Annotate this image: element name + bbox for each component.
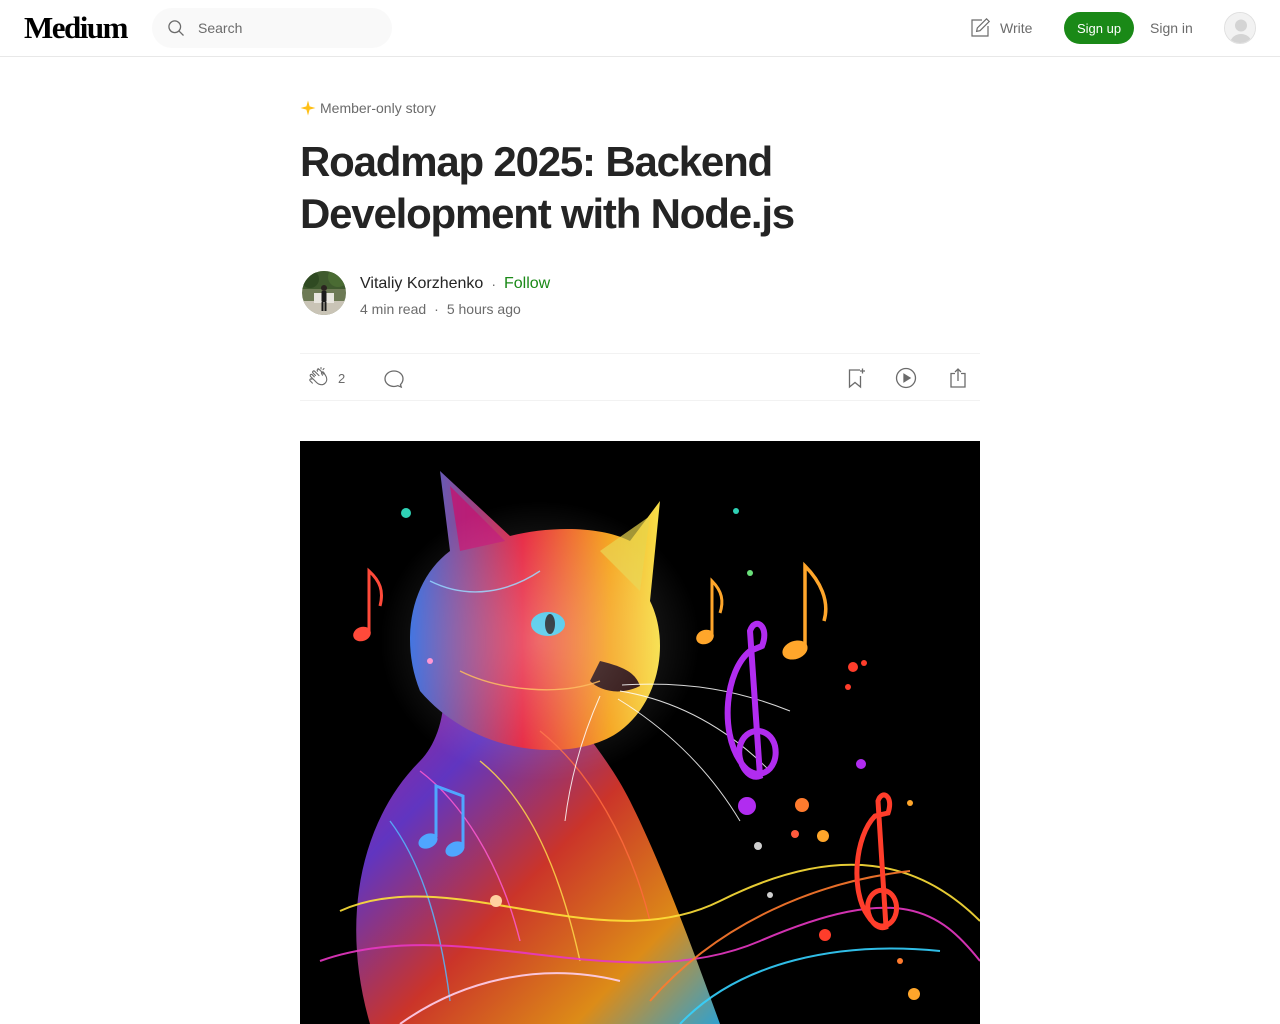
author-line: Vitaliy Korzhenko · Follow [360,274,550,294]
write-button[interactable]: Write [968,16,1032,40]
user-avatar-icon[interactable] [1224,12,1256,44]
search-icon [168,20,184,36]
listen-button[interactable] [894,366,918,390]
bookmark-button[interactable] [844,366,868,390]
author-avatar[interactable] [302,271,346,315]
article-title: Roadmap 2025: Backend Development with N… [300,138,795,237]
member-only-badge: Member-only story [300,98,436,118]
top-navigation: Medium Write Sign up Sign in [0,0,1280,57]
author-name[interactable]: Vitaliy Korzhenko [360,275,483,293]
article-action-bar: 2 [300,353,980,401]
comment-button[interactable] [382,366,406,390]
listen-icon [895,367,917,389]
bookmark-icon [848,368,865,389]
article-meta: 4 min read · 5 hours ago [360,300,521,318]
hero-image [300,441,980,1024]
clap-button[interactable]: 2 [308,366,345,390]
clap-count: 2 [338,370,346,386]
share-icon [950,368,966,388]
write-icon [971,17,991,37]
star-icon [300,100,316,116]
comment-icon [384,370,404,389]
read-time: 4 min read [360,301,427,317]
follow-button[interactable]: Follow [504,275,550,293]
medium-logo[interactable]: Medium [24,10,128,46]
published-time: 5 hours ago [446,301,521,317]
sign-up-button[interactable]: Sign up [1064,12,1134,44]
share-button[interactable] [946,366,970,390]
separator-dot: · [434,301,439,317]
sign-in-link[interactable]: Sign in [1150,19,1193,37]
write-label: Write [1000,20,1033,36]
member-only-label: Member-only story [320,100,436,116]
separator-dot: · [491,276,496,292]
clap-icon [309,366,328,386]
search-input[interactable] [198,8,384,48]
search-box[interactable] [152,8,392,48]
